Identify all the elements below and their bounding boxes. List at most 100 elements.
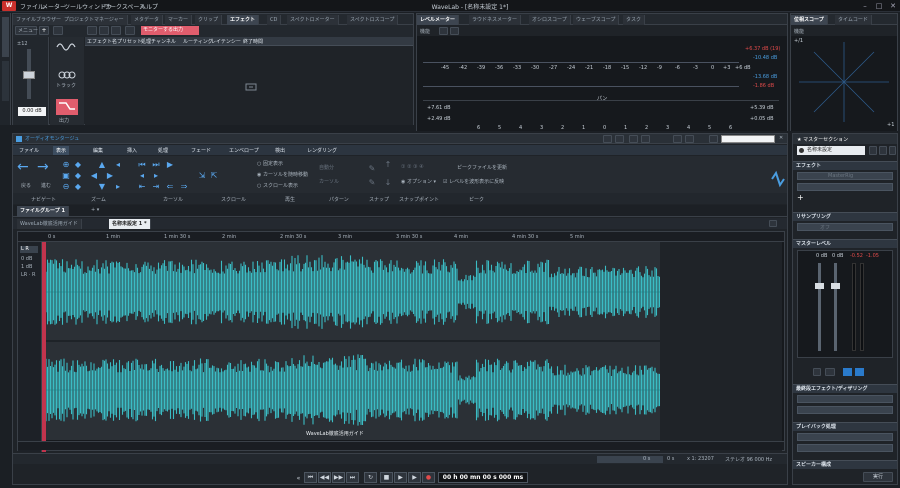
pin-icon[interactable] [889, 146, 896, 155]
ribbon-tab-insert[interactable]: 挿入 [127, 147, 137, 154]
menu-file[interactable]: ファイル [20, 2, 44, 11]
copy-icon[interactable] [53, 26, 63, 35]
tab-loudness-meter[interactable]: ラウドネスメーター [469, 15, 522, 25]
monitor-output-button[interactable]: モニターする出力 [141, 26, 199, 35]
montage-close-icon[interactable]: ✕ [779, 135, 783, 141]
marker-prev-icon[interactable]: ◂ [137, 171, 147, 181]
snap-point-icons[interactable]: ① ② ③ ④ [401, 164, 424, 170]
ribbon-tab-render[interactable]: レンダリング [307, 147, 337, 154]
track-link-icon[interactable] [58, 71, 76, 79]
ribbon-tab-edit[interactable]: 編集 [93, 147, 103, 154]
tab-file-browser[interactable]: ファイルブラウザー [13, 15, 66, 25]
tab-wavescope[interactable]: ウェーブスコープ [573, 15, 620, 25]
add-effect-icon[interactable]: + [797, 194, 807, 202]
tab-spectrometer[interactable]: スペクトロメーター [287, 15, 339, 25]
auto-option[interactable]: 自動分 [319, 164, 334, 171]
undo-icon[interactable] [673, 135, 682, 143]
fader-left-handle[interactable] [815, 283, 824, 289]
tab-effects[interactable]: エフェクト [227, 15, 260, 25]
menu-icon[interactable] [879, 146, 887, 155]
check-icon[interactable] [439, 27, 448, 35]
snap-left-icon[interactable]: ⇲ [197, 171, 207, 181]
scope-function-label[interactable]: 機能 [794, 28, 804, 35]
clip-prev-icon[interactable]: ⇐ [165, 182, 175, 192]
fader-left-track[interactable] [818, 263, 821, 351]
col-preset[interactable]: プリセット [117, 38, 142, 45]
skip-back-icon[interactable]: ⏮ [137, 160, 147, 170]
col-latency[interactable]: レイテンシー [211, 38, 241, 45]
render-icon[interactable] [709, 135, 718, 143]
time-display[interactable]: 00 h 00 mn 00 s 000 ms [438, 472, 528, 483]
redo-icon[interactable] [685, 135, 694, 143]
option-scroll-view[interactable]: ○ スクロール表示 [257, 182, 298, 189]
track-channel-label[interactable]: L R [20, 246, 38, 253]
track-scrollbar[interactable] [18, 441, 784, 450]
region-start-icon[interactable]: ⇤ [137, 182, 147, 192]
playback-processing-header[interactable]: プレイバック処理 [793, 422, 897, 431]
scroll-left-icon[interactable]: ◀ [89, 171, 99, 181]
gain-slider-handle[interactable] [23, 71, 35, 79]
tab-document-guide[interactable]: WaveLab徹底活用ガイド [17, 219, 82, 229]
snap-up-icon[interactable]: ↑ [383, 160, 393, 170]
go-end-button[interactable]: ⏭ [346, 472, 359, 483]
tab-metadata[interactable]: メタデータ [131, 15, 164, 25]
loop-button[interactable]: ↻ [364, 472, 377, 483]
zoom-v-icon[interactable]: ◆ [73, 171, 83, 181]
equal-icon[interactable] [813, 368, 821, 376]
col-routing[interactable]: ルーティング [183, 38, 213, 45]
snap-right-icon[interactable]: ⇱ [209, 171, 219, 181]
tab-level-meter[interactable]: レベルメーター [417, 15, 460, 25]
power-icon[interactable] [799, 148, 804, 153]
add-group-icon[interactable]: + ▾ [91, 207, 99, 213]
zoom-out-icon[interactable]: ⊖ [61, 182, 71, 192]
save-icon[interactable] [629, 135, 638, 143]
effects-section-header[interactable]: エフェクト [793, 161, 897, 170]
ribbon-tab-file[interactable]: ファイル [19, 147, 39, 154]
meter-function-label[interactable]: 機能 [420, 28, 430, 35]
open-icon[interactable] [603, 135, 612, 143]
back-label[interactable]: 戻る [21, 182, 31, 189]
ribbon-tab-view[interactable]: 表示 [53, 146, 70, 155]
fader-right-track[interactable] [834, 263, 837, 351]
col-effect-name[interactable]: エフェクト名 [87, 38, 117, 45]
cursor-start-icon[interactable]: ◂ [113, 160, 123, 170]
menu-meter[interactable]: メーター [42, 2, 66, 11]
close-icon[interactable]: ✕ [886, 1, 900, 11]
settings-icon[interactable] [869, 146, 877, 155]
tab-timecode[interactable]: タイムコード [835, 15, 872, 25]
list-icon[interactable] [125, 26, 135, 35]
go-start-button[interactable]: ⏮ [304, 472, 317, 483]
snap-grid-icon[interactable]: ✎ [367, 178, 377, 188]
record-button[interactable]: ● [422, 472, 435, 483]
col-end-time[interactable]: 終了時間 [243, 38, 263, 45]
speaker-config-header[interactable]: スピーカー構成 [793, 460, 897, 469]
final-effects-header[interactable]: 最終段エフェクト/ディザリング [793, 384, 897, 393]
menu-help[interactable]: ヘルプ [140, 2, 158, 11]
new-icon[interactable] [615, 135, 624, 143]
playback-slot-1[interactable] [797, 433, 893, 441]
gain-value-field[interactable]: 0.00 dB [18, 107, 46, 116]
col-channel[interactable]: 処理チャンネル [141, 38, 176, 45]
ribbon-tab-process[interactable]: 処理 [158, 147, 168, 154]
reset-icon[interactable] [450, 27, 459, 35]
back-arrow-icon[interactable]: ← [17, 160, 37, 174]
vertical-tab[interactable] [2, 17, 9, 57]
window-restore-icon[interactable] [769, 220, 777, 227]
tab-spectroscope[interactable]: スペクトロスコープ [347, 15, 399, 25]
save-icon[interactable] [99, 26, 109, 35]
zoom-fit-icon[interactable]: ▣ [61, 171, 71, 181]
vertical-tab[interactable] [2, 61, 9, 101]
snap-down-icon[interactable]: ↓ [383, 178, 393, 188]
ribbon-tab-envelope[interactable]: エンベロープ [229, 147, 259, 154]
clip-next-icon[interactable]: ⇒ [179, 182, 189, 192]
output-routing-icon[interactable] [56, 99, 78, 115]
option-fixed-view[interactable]: ○ 固定表示 [257, 160, 283, 167]
forward-arrow-icon[interactable]: → [37, 160, 57, 174]
render-button[interactable]: 実行 [863, 472, 893, 482]
ribbon-tab-fade[interactable]: フェード [191, 147, 211, 154]
fader-right-handle[interactable] [831, 283, 840, 289]
tab-clip[interactable]: クリップ [195, 15, 223, 25]
master-level-header[interactable]: マスターレベル [793, 239, 897, 248]
cursor-end-icon[interactable]: ▸ [113, 182, 123, 192]
play-loop-button[interactable]: ▶ [408, 472, 421, 483]
